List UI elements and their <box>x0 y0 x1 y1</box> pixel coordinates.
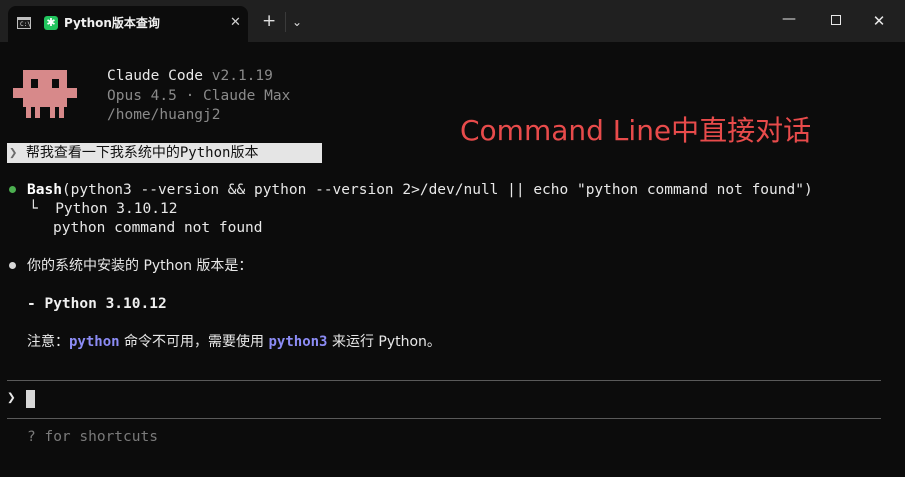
maximize-button[interactable] <box>821 8 851 34</box>
tool-output-line-2: python command not found <box>53 220 263 236</box>
app-icon: ✱ <box>44 16 58 30</box>
input-bottom-divider <box>7 418 881 419</box>
response-bullet-dot <box>9 262 16 269</box>
app-name: Claude Code <box>107 68 204 84</box>
tab-separator <box>285 12 286 32</box>
claude-mascot-logo <box>13 70 77 118</box>
tool-name: Bash <box>27 182 62 198</box>
output-branch-icon: └ <box>29 201 38 217</box>
terminal-icon: C:\ <box>17 17 31 29</box>
tool-args: (python3 --version && python --version 2… <box>61 182 813 198</box>
user-message: ❯ 帮我查看一下我系统中的Python版本 <box>7 143 322 163</box>
prompt-input[interactable] <box>24 389 864 409</box>
new-tab-button[interactable]: + <box>262 12 276 30</box>
app-name-line: Claude Code v2.1.19 <box>107 67 273 86</box>
chevron-down-icon[interactable]: ⌄ <box>292 13 302 31</box>
input-top-divider <box>7 380 881 381</box>
note-text-2: 来运行 Python。 <box>327 334 441 350</box>
close-tab-icon[interactable]: ✕ <box>230 16 241 30</box>
inline-code-python: python <box>69 334 120 350</box>
response-line-3: 注意：python 命令不可用，需要使用 python3 来运行 Python。 <box>27 333 441 352</box>
working-directory: /home/huangj2 <box>107 107 221 123</box>
title-bar: C:\ ✱ Python版本查询 ✕ + ⌄ — ✕ <box>0 0 905 42</box>
output-text-1: Python 3.10.12 <box>55 201 178 217</box>
note-label: 注意： <box>27 334 69 350</box>
tool-output-line-1: └ Python 3.10.12 <box>29 200 177 219</box>
app-version: v2.1.19 <box>211 68 273 84</box>
tool-status-dot <box>9 186 16 193</box>
text-cursor <box>26 390 35 408</box>
prompt-chevron-icon: ❯ <box>9 145 18 161</box>
note-text-1: 命令不可用，需要使用 <box>119 334 269 350</box>
tab-python-version[interactable]: C:\ ✱ Python版本查询 ✕ <box>8 6 248 42</box>
input-chevron-icon: ❯ <box>7 390 16 406</box>
shortcuts-hint: ? for shortcuts <box>27 429 158 445</box>
tool-call: Bash(python3 --version && python --versi… <box>27 181 813 200</box>
annotation-overlay: Command Line中直接对话 <box>460 114 812 147</box>
tab-title: Python版本查询 <box>64 16 160 30</box>
close-window-button[interactable]: ✕ <box>864 8 894 34</box>
model-info: Opus 4.5 · Claude Max <box>107 88 291 104</box>
user-message-text: 帮我查看一下我系统中的Python版本 <box>25 145 259 161</box>
response-line-2: - Python 3.10.12 <box>27 296 167 312</box>
response-line-1: 你的系统中安装的 Python 版本是： <box>27 258 253 274</box>
minimize-button[interactable]: — <box>774 8 804 34</box>
inline-code-python3: python3 <box>268 334 328 350</box>
